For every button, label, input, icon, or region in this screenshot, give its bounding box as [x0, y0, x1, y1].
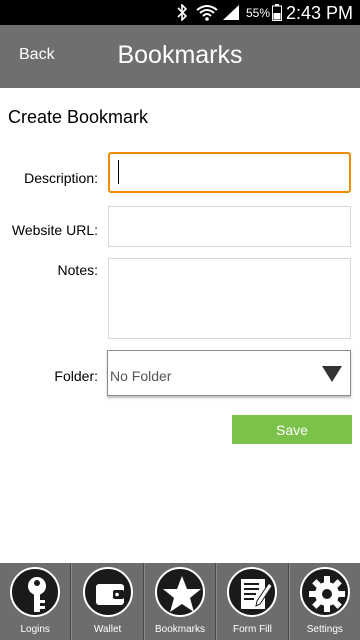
bluetooth-icon — [177, 4, 188, 21]
page-title: Bookmarks — [117, 41, 243, 69]
gear-icon — [308, 576, 345, 612]
status-bar: 55% 2:43 PM — [0, 0, 360, 25]
description-label: Description: — [24, 170, 98, 186]
nav-item-settings[interactable]: Settings — [288, 563, 360, 640]
wifi-icon — [196, 5, 218, 21]
description-field[interactable] — [108, 152, 351, 193]
dropdown-arrow-icon — [322, 366, 342, 382]
nav-label-bookmarks: Bookmarks — [155, 624, 206, 635]
notes-label: Notes: — [57, 262, 98, 278]
nav-item-bookmarks[interactable]: Bookmarks — [143, 563, 217, 640]
nav-label-logins: Logins — [20, 624, 50, 635]
notes-field[interactable] — [108, 258, 351, 339]
nav-item-form-fill[interactable]: Form Fill — [216, 563, 289, 640]
clock: 2:43 PM — [286, 3, 354, 23]
nav-item-wallet[interactable]: Wallet — [71, 563, 144, 640]
nav-label-wallet: Wallet — [93, 624, 122, 635]
form-fill-icon — [241, 579, 274, 609]
text-cursor — [118, 160, 119, 184]
battery-percent: 55% — [246, 6, 271, 20]
bottom-nav: Logins Wallet Bookmarks Form Fill Settin… — [0, 563, 360, 640]
key-icon — [28, 577, 47, 612]
wallet-icon — [95, 584, 124, 605]
app-header: Back Bookmarks — [0, 25, 360, 88]
cell-signal-icon — [223, 5, 239, 20]
website-url-field[interactable] — [108, 206, 351, 247]
folder-select[interactable]: No Folder — [107, 350, 351, 396]
website-url-label: Website URL: — [11, 222, 98, 238]
save-button[interactable]: Save — [232, 415, 352, 444]
battery-icon — [272, 4, 282, 21]
folder-select-value: No Folder — [110, 368, 172, 384]
folder-label: Folder: — [54, 368, 98, 384]
nav-label-settings: Settings — [306, 624, 343, 635]
star-icon — [163, 576, 202, 612]
form-heading: Create Bookmark — [8, 107, 149, 127]
nav-item-logins[interactable]: Logins — [0, 563, 72, 640]
nav-label-form-fill: Form Fill — [232, 624, 272, 635]
